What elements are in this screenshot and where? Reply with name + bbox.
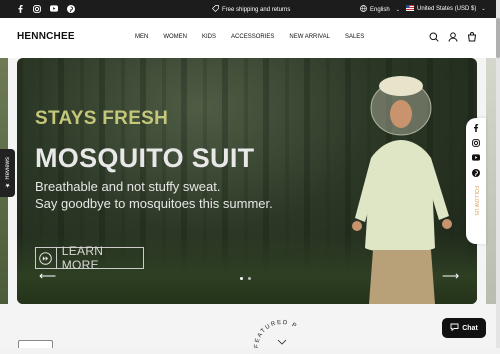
cart-icon[interactable]	[467, 32, 477, 42]
slide-dot-2[interactable]	[248, 277, 251, 280]
prev-slide-arrow[interactable]: ⟵	[39, 269, 56, 283]
instagram-icon[interactable]	[33, 4, 41, 13]
next-slide-peek	[486, 58, 496, 304]
product-thumbnail[interactable]	[18, 340, 53, 348]
nav-item-kids[interactable]: KIDS	[202, 34, 216, 40]
header-icons	[429, 32, 477, 42]
follow-us-label: FOLLOW US	[473, 186, 479, 216]
page-scrollbar[interactable]	[496, 0, 500, 348]
currency-selector[interactable]: United States (USD $) ⌄	[406, 5, 486, 13]
chat-button[interactable]: Chat	[442, 318, 486, 338]
nav-item-men[interactable]: MEN	[135, 34, 148, 40]
fast-forward-icon	[36, 248, 57, 268]
hero-title: MOSQUITO SUIT	[35, 143, 255, 173]
reviews-tab[interactable]: ★ Reviews	[0, 149, 15, 197]
reviews-label: ★ Reviews	[5, 157, 11, 189]
nav-item-new-arrival[interactable]: NEW ARRIVAL	[289, 34, 330, 40]
shipping-notice: Free shipping and returns	[212, 5, 290, 14]
chevron-down-icon: ⌄	[481, 6, 486, 12]
hero-slideshow: STAYS FRESH MOSQUITO SUIT Breathable and…	[17, 58, 477, 304]
chevron-down-icon: ⌄	[395, 6, 400, 13]
learn-more-button[interactable]: LEARN MORE	[35, 244, 144, 272]
chat-label: Chat	[462, 324, 478, 332]
flag-icon	[406, 5, 414, 13]
site-logo[interactable]: HENNCHEE	[17, 31, 75, 42]
pinterest-icon[interactable]	[67, 4, 75, 13]
slide-dots	[240, 277, 251, 280]
pinterest-icon[interactable]	[472, 169, 480, 177]
tag-icon	[212, 5, 219, 14]
language-selector[interactable]: English ⌄	[360, 5, 400, 14]
hero-eyebrow: STAYS FRESH	[35, 108, 169, 129]
announcement-bar: Free shipping and returns English ⌄ Unit…	[0, 0, 500, 18]
youtube-icon[interactable]	[50, 4, 58, 13]
hero-subtitle-1: Breathable and not stuffy sweat.	[35, 179, 221, 194]
next-slide-arrow[interactable]: ⟶	[442, 269, 459, 283]
nav-item-women[interactable]: WOMEN	[163, 34, 187, 40]
main-nav: MEN WOMEN KIDS ACCESSORIES NEW ARRIVAL S…	[135, 34, 364, 40]
scrollbar-thumb[interactable]	[496, 18, 500, 58]
site-header: HENNCHEE MEN WOMEN KIDS ACCESSORIES NEW …	[0, 18, 500, 58]
hero-subtitle-2: Say goodbye to mosquitoes this summer.	[35, 196, 273, 211]
learn-more-label: LEARN MORE	[61, 244, 104, 272]
language-label: English	[370, 6, 390, 13]
youtube-icon[interactable]	[472, 154, 480, 162]
featured-badge: FEATURED P	[254, 320, 298, 348]
account-icon[interactable]	[448, 32, 458, 42]
slide-dot-1[interactable]	[240, 277, 243, 280]
topbar-socials	[16, 4, 75, 13]
badge-arrow-icon	[277, 339, 287, 345]
shipping-text: Free shipping and returns	[222, 6, 291, 13]
chat-bubble-icon	[450, 323, 459, 333]
instagram-icon[interactable]	[472, 139, 480, 147]
globe-icon	[360, 5, 367, 14]
featured-badge-text: FEATURED P	[254, 320, 297, 348]
nav-item-sales[interactable]: SALES	[345, 34, 364, 40]
floating-social-bar: FOLLOW US	[466, 118, 486, 244]
facebook-icon[interactable]	[16, 4, 24, 13]
currency-label: United States (USD $)	[417, 6, 477, 12]
facebook-icon[interactable]	[472, 124, 480, 132]
nav-item-accessories[interactable]: ACCESSORIES	[231, 34, 274, 40]
search-icon[interactable]	[429, 32, 439, 42]
svg-text:FEATURED P: FEATURED P	[254, 320, 298, 348]
